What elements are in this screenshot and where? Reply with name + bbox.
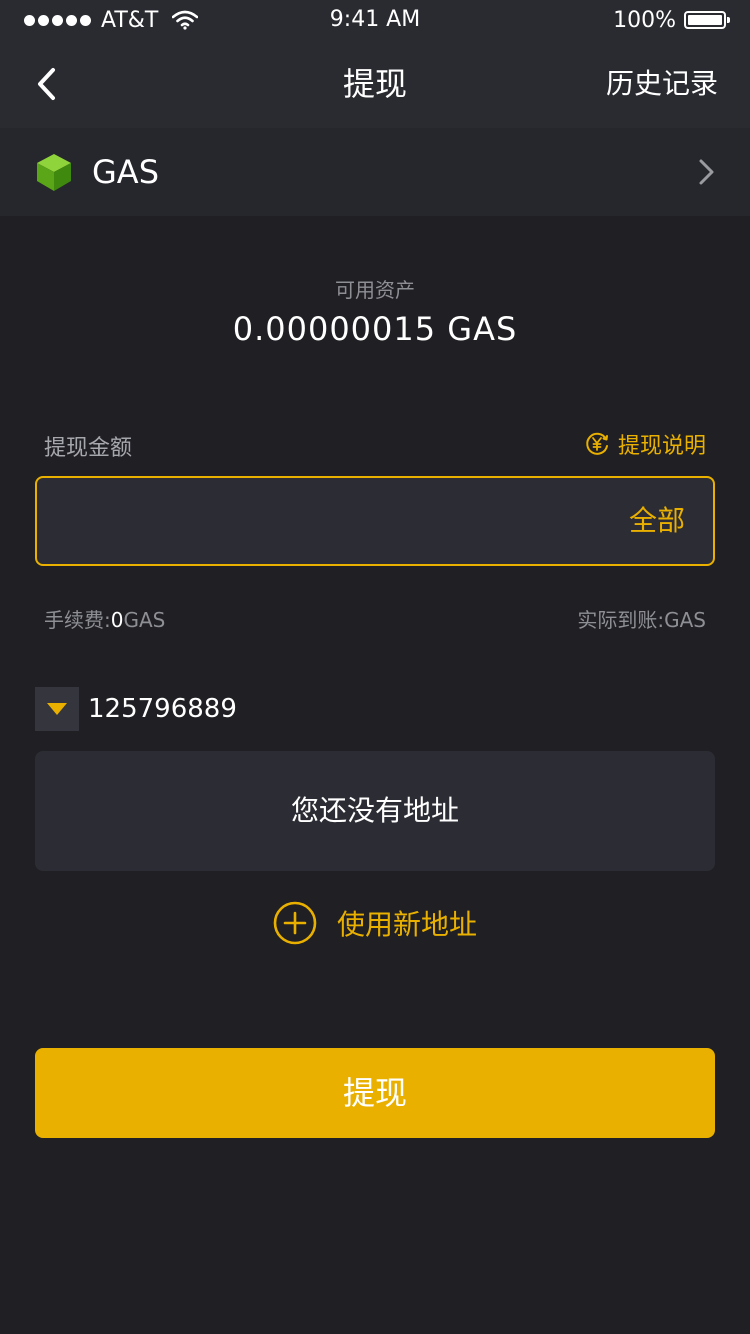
fee-unit: GAS	[123, 608, 166, 632]
account-dropdown-toggle[interactable]	[35, 687, 79, 731]
all-amount-button[interactable]: 全部	[629, 478, 685, 564]
triangle-down-icon	[47, 703, 67, 715]
amount-input-box: 全部	[35, 476, 715, 566]
battery-percent: 100%	[613, 7, 676, 33]
account-id: 125796889	[88, 694, 237, 724]
available-balance-label: 可用资产	[335, 278, 415, 302]
nav-bar: 提现 历史记录	[0, 40, 750, 128]
status-bar: AT&T 9:41 AM 100%	[0, 0, 750, 40]
plus-circle-icon	[273, 901, 317, 945]
fee-text: 手续费:0GAS	[44, 604, 165, 633]
available-balance-value: 0.00000015 GAS	[232, 310, 518, 348]
coin-selector[interactable]: GAS	[0, 128, 750, 216]
fee-value: 0	[110, 608, 124, 632]
battery-icon	[684, 11, 730, 29]
history-button[interactable]: 历史记录	[606, 40, 718, 128]
coin-name: GAS	[92, 153, 159, 191]
arrival-label: 实际到账:	[577, 608, 665, 632]
use-new-address-label: 使用新地址	[336, 908, 477, 941]
yen-cycle-icon	[586, 432, 608, 455]
cube-icon	[37, 154, 71, 191]
empty-address-box: 您还没有地址	[35, 751, 715, 871]
use-new-address-button[interactable]: 使用新地址	[0, 900, 750, 946]
arrival-text: 实际到账:GAS	[577, 604, 706, 633]
withdraw-explain-link[interactable]: 提现说明	[584, 428, 706, 460]
arrival-unit: GAS	[664, 608, 706, 632]
fee-label: 手续费:	[44, 608, 111, 632]
withdraw-submit-button[interactable]: 提现	[35, 1048, 715, 1138]
chevron-right-icon	[699, 159, 714, 185]
amount-label: 提现金额	[44, 436, 133, 461]
withdraw-explain-label: 提现说明	[617, 434, 706, 459]
amount-input[interactable]	[53, 478, 597, 566]
status-right: 100%	[613, 6, 730, 34]
